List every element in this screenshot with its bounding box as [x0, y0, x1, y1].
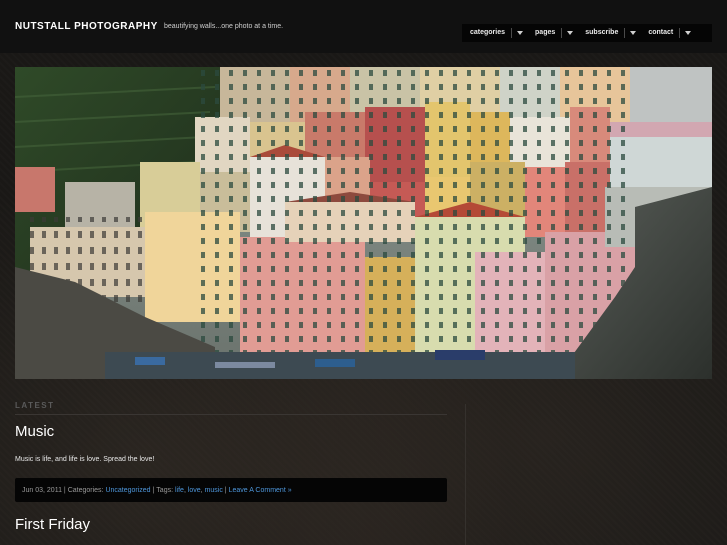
post-title[interactable]: Music	[15, 423, 54, 440]
nav-item-contact[interactable]: contact	[640, 24, 695, 42]
tag-link[interactable]: life	[175, 487, 184, 494]
post-meta: Jun 03, 2011 | Categories: Uncategorized…	[15, 478, 447, 502]
tags-label: Tags:	[156, 486, 175, 494]
leave-comment-link[interactable]: Leave A Comment »	[229, 487, 292, 494]
nav-item-label: pages	[535, 28, 563, 38]
site-title[interactable]: NUTSTALL PHOTOGRAPHY	[15, 21, 158, 32]
chevron-down-icon[interactable]	[517, 31, 524, 35]
nav-item-categories[interactable]: categories	[462, 24, 527, 42]
post-date: Jun 03, 2011	[22, 486, 62, 494]
nav-item-subscribe[interactable]: subscribe	[577, 24, 640, 42]
nav-item-label: subscribe	[585, 28, 626, 38]
tag-link[interactable]: music	[205, 487, 223, 494]
nav-item-pages[interactable]: pages	[527, 24, 577, 42]
section-label-latest: LATEST	[15, 401, 55, 410]
category-link[interactable]: Uncategorized	[105, 487, 150, 494]
section-divider	[15, 414, 447, 415]
site-header: NUTSTALL PHOTOGRAPHY beautifying walls..…	[0, 0, 727, 53]
categories-label: Categories:	[67, 486, 106, 494]
tag-link[interactable]: love	[188, 487, 201, 494]
chevron-down-icon[interactable]	[630, 31, 637, 35]
column-divider	[465, 404, 466, 545]
chevron-down-icon[interactable]	[685, 31, 692, 35]
featured-photo[interactable]	[15, 67, 712, 379]
featured-photo-illustration	[15, 67, 712, 379]
nav-item-label: contact	[648, 28, 681, 38]
main-nav: categories pages subscribe contact	[462, 24, 712, 42]
post-excerpt: Music is life, and life is love. Spread …	[15, 456, 155, 463]
post-title[interactable]: First Friday	[15, 516, 90, 533]
site-tagline: beautifying walls...one photo at a time.	[164, 23, 284, 30]
nav-item-label: categories	[470, 28, 513, 38]
chevron-down-icon[interactable]	[567, 31, 574, 35]
